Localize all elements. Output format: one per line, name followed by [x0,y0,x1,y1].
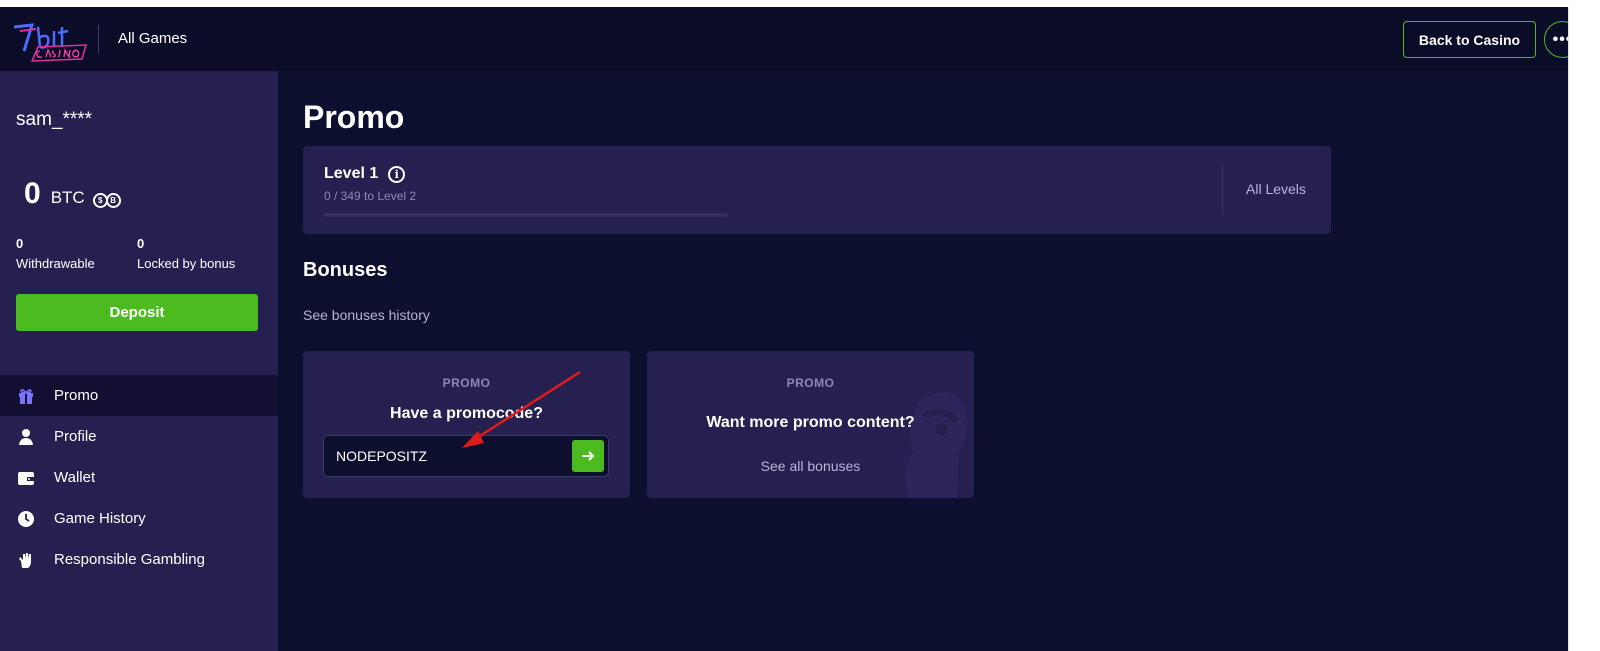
promocode-card: PROMO Have a promocode? [303,351,630,498]
clock-icon [16,509,36,529]
top-header: All Games Back to Casino ••• [0,7,1568,71]
mascot-watermark-icon [905,392,968,498]
level-title: Level 1 i [324,165,406,183]
user-icon [16,427,36,447]
more-promo-heading: Want more promo content? [706,414,915,431]
casino-logo[interactable] [10,17,90,63]
more-promo-card: PROMO Want more promo content? See all b… [647,351,974,498]
currency-switch-icon[interactable]: $ B [92,193,121,208]
more-menu-button[interactable]: ••• [1544,21,1568,58]
gift-icon [16,386,36,406]
sidebar-item-label: Wallet [54,469,96,486]
level-title-text: Level 1 [324,165,379,182]
balance-currency: BTC [50,188,85,207]
username: sam_**** [16,109,93,130]
promo-eyebrow: PROMO [442,376,491,390]
sidebar-item-label: Promo [54,387,99,404]
deposit-button[interactable]: Deposit [16,294,258,331]
back-to-casino-button[interactable]: Back to Casino [1403,21,1536,58]
balance-display: 0 BTC $ B [24,177,121,211]
withdrawable-label: Withdrawable [16,256,95,271]
app-window: All Games Back to Casino ••• sam_**** 0 … [0,7,1568,651]
promocode-submit-button[interactable] [572,440,604,472]
account-sidebar: sam_**** 0 BTC $ B 0 Withdrawable 0 Lock… [0,71,278,651]
promocode-heading: Have a promocode? [390,405,543,422]
arrow-right-icon [582,451,595,461]
hand-icon [16,550,36,570]
header-divider [98,25,99,53]
bitcoin-coin-icon: B [105,193,121,208]
sidebar-item-label: Profile [54,428,97,445]
level-card: Level 1 i 0 / 349 to Level 2 All Levels [303,146,1331,234]
level-divider [1222,164,1223,214]
bonuses-history-link[interactable]: See bonuses history [303,307,430,323]
see-all-bonuses-link[interactable]: See all bonuses [647,458,974,474]
sidebar-item-responsible-gambling[interactable]: Responsible Gambling [0,539,278,580]
withdrawable-stat: 0 Withdrawable [16,236,95,271]
page-title: Promo [303,99,405,135]
sidebar-item-label: Game History [54,510,146,527]
sidebar-nav: Promo Profile Wallet Game History Respon… [0,375,278,580]
sidebar-item-promo[interactable]: Promo [0,375,278,416]
locked-bonus-stat: 0 Locked by bonus [137,236,235,271]
promocode-input[interactable] [324,436,564,476]
locked-bonus-value: 0 [137,236,145,251]
page-scrollbar[interactable] [1568,7,1600,651]
all-games-link[interactable]: All Games [118,30,187,47]
locked-bonus-label: Locked by bonus [137,256,236,271]
balance-amount: 0 [24,177,41,210]
sidebar-item-wallet[interactable]: Wallet [0,457,278,498]
level-progress-bar [324,213,728,217]
sidebar-item-game-history[interactable]: Game History [0,498,278,539]
sidebar-item-label: Responsible Gambling [54,551,205,568]
withdrawable-value: 0 [16,236,24,251]
all-levels-link[interactable]: All Levels [1246,181,1306,197]
promocode-field [323,435,609,477]
sidebar-item-profile[interactable]: Profile [0,416,278,457]
bonuses-heading: Bonuses [303,259,388,281]
wallet-icon [16,468,36,488]
info-icon[interactable]: i [388,165,406,183]
promo-eyebrow: PROMO [786,376,835,390]
level-progress-text: 0 / 349 to Level 2 [324,189,417,203]
